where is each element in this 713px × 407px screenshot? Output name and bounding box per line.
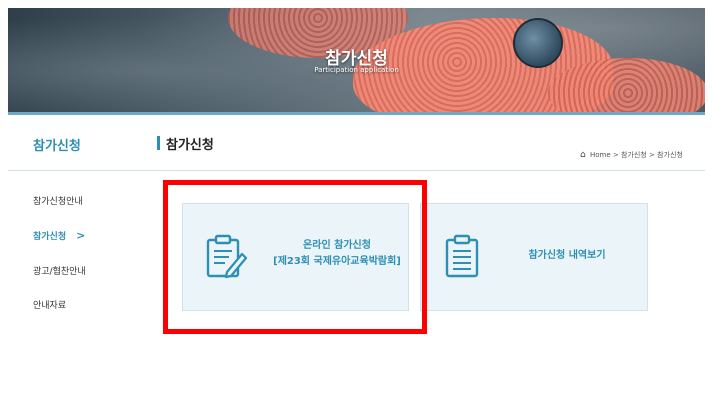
sidebar-item-label: 광고/협찬안내 <box>33 267 86 277</box>
highlight-box <box>163 180 427 334</box>
apply-history-label: 참가신청 내역보기 <box>528 250 606 261</box>
sidebar-item-apply[interactable]: 참가신청 > <box>33 229 85 242</box>
breadcrumb-separator: > <box>648 151 655 159</box>
sidebar-item-materials[interactable]: 안내자료 <box>33 298 66 311</box>
sidebar-item-label: 안내자료 <box>33 301 67 311</box>
banner-subtitle: Participation application <box>314 66 399 74</box>
sidebar-title: 참가신청 <box>33 139 81 154</box>
clipboard-list-icon <box>443 234 483 284</box>
breadcrumb-separator: > <box>612 151 619 159</box>
breadcrumb-home[interactable]: Home <box>590 151 611 159</box>
breadcrumb-level2: 참가신청 <box>657 151 683 159</box>
header-divider <box>8 170 705 171</box>
sidebar-item-label: 참가신청 <box>33 232 67 242</box>
sidebar-item-apply-guide[interactable]: 참가신청안내 <box>33 194 83 207</box>
top-strip <box>0 0 713 8</box>
breadcrumb-level1[interactable]: 참가신청 <box>621 151 647 159</box>
chevron-right-icon: > <box>76 229 86 242</box>
page-title-marker <box>157 136 160 150</box>
sidebar-item-label: 참가신청안내 <box>33 197 83 207</box>
breadcrumb: ⌂ Home > 참가신청 > 참가신청 <box>580 150 683 160</box>
home-icon[interactable]: ⌂ <box>580 150 586 160</box>
page-title: 참가신청 <box>166 138 214 153</box>
apply-history-card[interactable]: 참가신청 내역보기 <box>420 203 648 311</box>
hero-banner: 참가신청 Participation application <box>8 8 705 112</box>
sidebar-item-ad-sponsor[interactable]: 광고/협찬안내 <box>33 264 86 277</box>
banner-bottom-line <box>8 112 705 115</box>
